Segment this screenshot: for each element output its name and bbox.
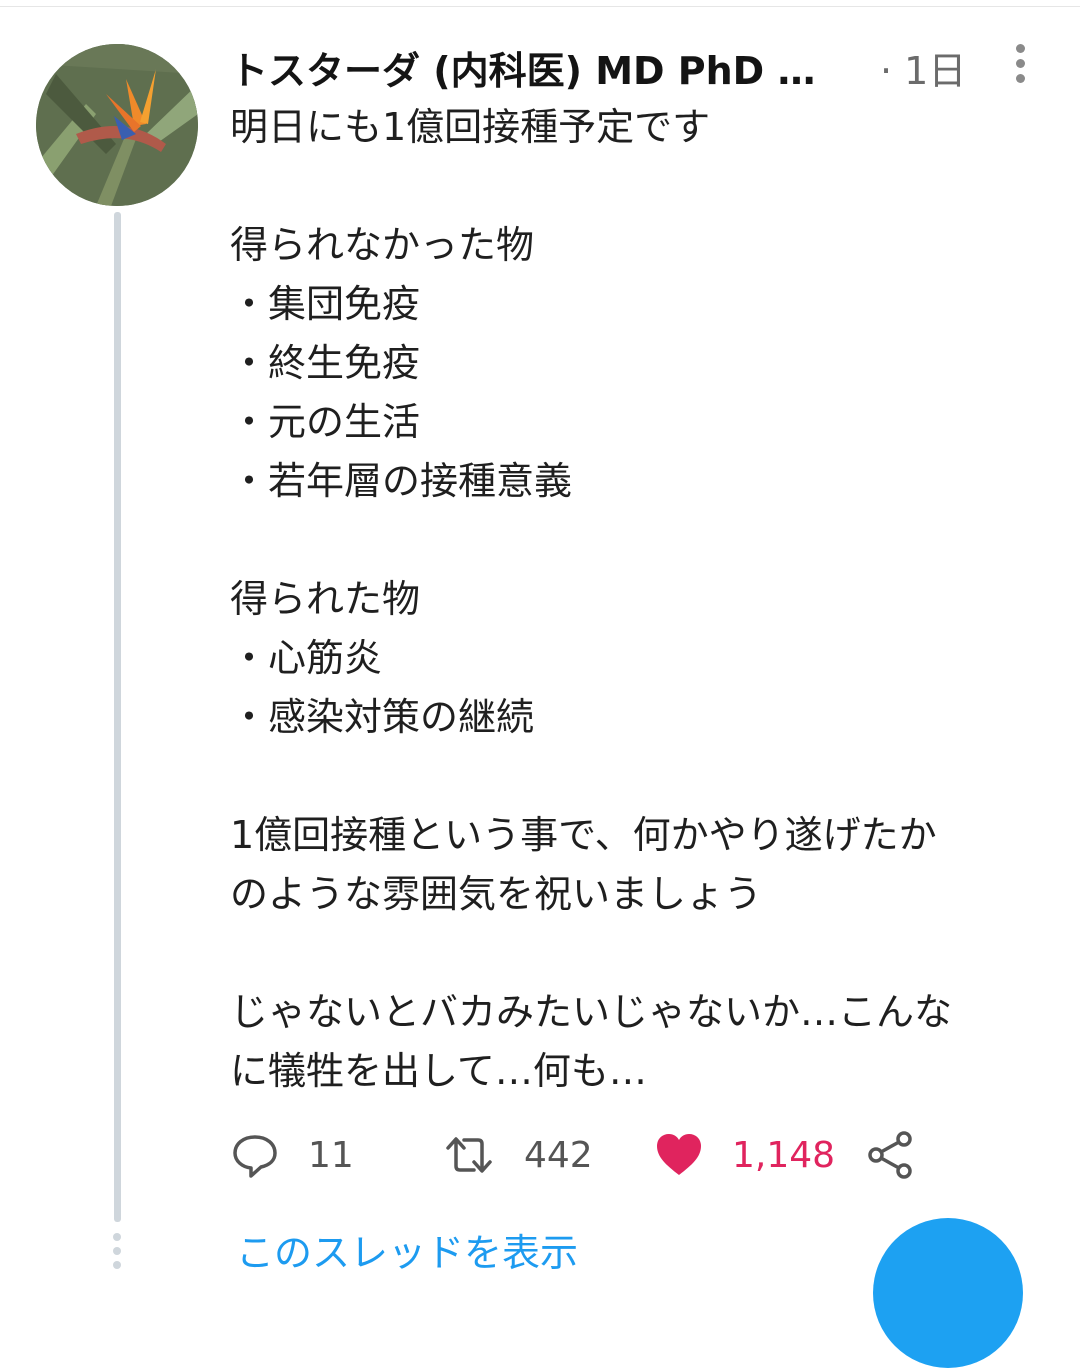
tweet-line: ・終生免疫: [230, 341, 421, 385]
tweet-line: ・元の生活: [230, 400, 421, 444]
author-display-name[interactable]: トスターダ (内科医) MD PhD …: [230, 40, 815, 95]
top-divider: [0, 6, 1080, 7]
retweet-count: 442: [524, 1134, 593, 1176]
more-options-icon[interactable]: [1012, 44, 1028, 84]
retweet-icon: [442, 1130, 496, 1180]
reply-button[interactable]: 11: [230, 1125, 354, 1185]
tweet-line: 1億回接種という事で、何かやり遂げたか: [230, 813, 937, 857]
heart-icon: [654, 1130, 704, 1180]
tweet-line: ・感染対策の継続: [230, 695, 535, 739]
tweet-timestamp[interactable]: · 1日: [880, 40, 966, 95]
tweet-line: 明日にも1億回接種予定です: [230, 105, 711, 149]
tweet-text: 明日にも1億回接種予定です 得られなかった物 ・集団免疫 ・終生免疫 ・元の生活…: [230, 98, 1050, 1101]
tweet-line: に犠牲を出して…何も…: [230, 1049, 647, 1093]
retweet-button[interactable]: 442: [442, 1125, 593, 1185]
like-button[interactable]: 1,148: [654, 1125, 835, 1185]
tweet-line: [230, 924, 1050, 983]
tweet-line: のような雰囲気を祝いましょう: [230, 872, 763, 916]
avatar[interactable]: [36, 44, 198, 206]
tweet-line: ・若年層の接種意義: [230, 459, 573, 503]
reply-icon: [230, 1130, 280, 1180]
tweet-line: [230, 511, 1050, 570]
tweet-line: 得られなかった物: [230, 223, 535, 267]
tweet-line: ・心筋炎: [230, 636, 383, 680]
compose-button[interactable]: [873, 1218, 1023, 1368]
tweet-actions: 11 442 1,148: [230, 1125, 950, 1185]
tweet-line: [230, 747, 1050, 806]
thread-line: [114, 212, 121, 1222]
tweet-line: 得られた物: [230, 577, 421, 621]
share-button[interactable]: [866, 1125, 916, 1185]
share-icon: [866, 1130, 916, 1180]
tweet-line: [230, 157, 1050, 216]
thread-continuation-dots: [109, 1233, 125, 1275]
show-thread-link[interactable]: このスレッドを表示: [236, 1222, 578, 1277]
tweet-line: ・集団免疫: [230, 282, 421, 326]
tweet-line: じゃないとバカみたいじゃないか…こんな: [230, 990, 953, 1034]
like-count: 1,148: [732, 1134, 836, 1176]
reply-count: 11: [308, 1134, 354, 1176]
